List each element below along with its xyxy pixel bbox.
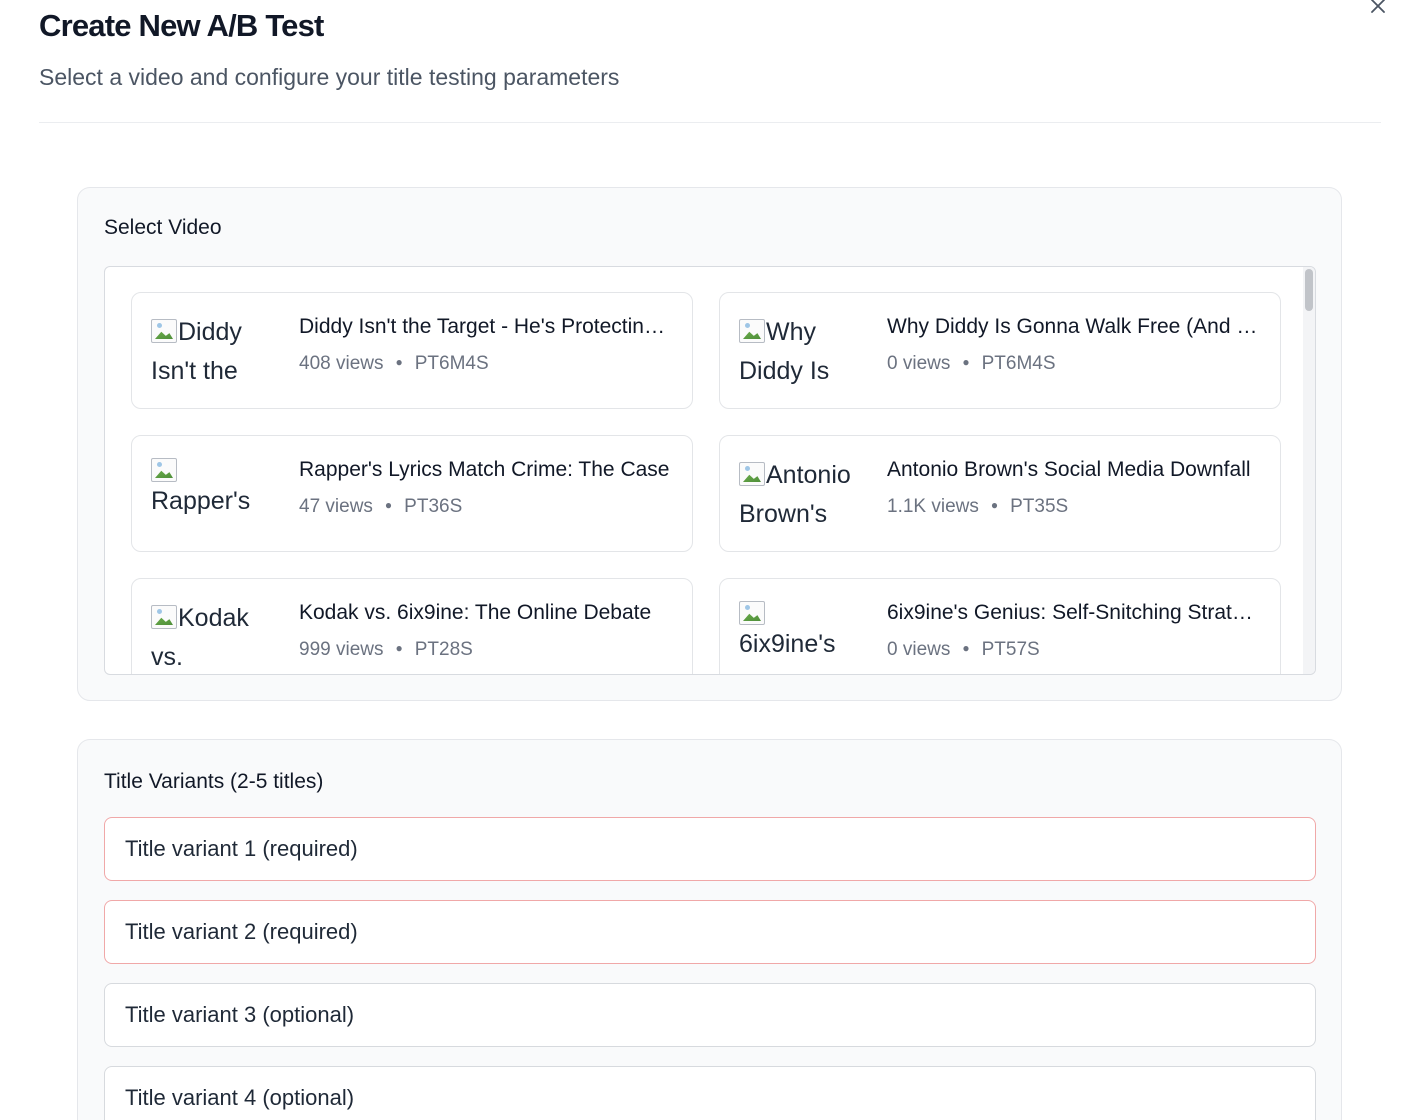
video-meta: 0 views ● PT57S xyxy=(887,639,1040,661)
video-views: 1.1K views xyxy=(887,496,979,517)
video-thumbnail: Antonio Brown's xyxy=(739,456,859,533)
video-meta: 47 views ● PT36S xyxy=(299,496,462,518)
scrollbar-thumb[interactable] xyxy=(1305,269,1313,311)
broken-image-icon xyxy=(151,319,177,343)
select-video-label: Select Video xyxy=(104,216,222,239)
video-card[interactable]: Why Diddy Is Why Diddy Is Gonna Walk Fre… xyxy=(719,292,1281,409)
video-title: Rapper's Lyrics Match Crime: The Case xyxy=(299,458,670,481)
video-list[interactable]: Diddy Isn't the Diddy Isn't the Target -… xyxy=(104,266,1316,675)
separator-dot-icon: ● xyxy=(395,641,403,655)
title-variant-1-input[interactable] xyxy=(104,817,1316,881)
video-views: 0 views xyxy=(887,639,951,660)
title-variant-2-input[interactable] xyxy=(104,900,1316,964)
video-meta: 1.1K views ● PT35S xyxy=(887,496,1068,518)
thumbnail-alt-text: 6ix9ine's xyxy=(739,630,836,658)
video-title: Diddy Isn't the Target - He's Protecting… xyxy=(299,315,671,338)
video-list-scrollbar[interactable] xyxy=(1303,267,1315,674)
video-duration: PT36S xyxy=(404,496,463,517)
broken-image-icon xyxy=(739,462,765,486)
video-thumbnail: Rapper's xyxy=(151,456,271,533)
video-duration: PT35S xyxy=(1010,496,1069,517)
video-title: Antonio Brown's Social Media Downfall xyxy=(887,458,1251,481)
video-thumbnail: Kodak vs. xyxy=(151,599,271,674)
broken-image-icon xyxy=(151,458,177,482)
select-video-section: Select Video Diddy Isn't the Diddy Isn't… xyxy=(77,187,1342,701)
separator-dot-icon: ● xyxy=(384,498,393,512)
video-views: 999 views xyxy=(299,639,384,660)
separator-dot-icon: ● xyxy=(962,641,970,655)
separator-dot-icon: ● xyxy=(990,498,999,512)
title-variants-label: Title Variants (2-5 titles) xyxy=(104,770,324,793)
video-views: 408 views xyxy=(299,353,384,374)
video-duration: PT6M4S xyxy=(414,353,489,374)
video-title: 6ix9ine's Genius: Self-Snitching Strateg… xyxy=(887,601,1259,624)
broken-image-icon xyxy=(739,601,765,625)
separator-dot-icon: ● xyxy=(962,355,970,369)
video-title: Why Diddy Is Gonna Walk Free (And Why xyxy=(887,315,1259,338)
video-duration: PT28S xyxy=(414,639,473,660)
thumbnail-alt-text: Rapper's xyxy=(151,487,251,515)
title-variant-4-input[interactable] xyxy=(104,1066,1316,1120)
title-variant-3-input[interactable] xyxy=(104,983,1316,1047)
video-views: 0 views xyxy=(887,353,951,374)
title-variants-section: Title Variants (2-5 titles) xyxy=(77,739,1342,1120)
separator-dot-icon: ● xyxy=(395,355,403,369)
broken-image-icon xyxy=(739,319,765,343)
dialog-title: Create New A/B Test xyxy=(39,8,324,43)
video-meta: 0 views ● PT6M4S xyxy=(887,353,1056,375)
create-ab-test-dialog: Create New A/B Test Select a video and c… xyxy=(0,0,1418,1120)
video-card[interactable]: Diddy Isn't the Diddy Isn't the Target -… xyxy=(131,292,693,409)
broken-image-icon xyxy=(151,605,177,629)
dialog-subtitle: Select a video and configure your title … xyxy=(39,64,620,90)
video-card[interactable]: Kodak vs. Kodak vs. 6ix9ine: The Online … xyxy=(131,578,693,674)
video-duration: PT57S xyxy=(981,639,1040,660)
video-duration: PT6M4S xyxy=(981,353,1056,374)
video-thumbnail: 6ix9ine's xyxy=(739,599,859,674)
video-title: Kodak vs. 6ix9ine: The Online Debate xyxy=(299,601,652,624)
video-meta: 408 views ● PT6M4S xyxy=(299,353,489,375)
video-views: 47 views xyxy=(299,496,373,517)
video-thumbnail: Why Diddy Is xyxy=(739,313,859,390)
video-meta: 999 views ● PT28S xyxy=(299,639,473,661)
video-card[interactable]: 6ix9ine's 6ix9ine's Genius: Self-Snitchi… xyxy=(719,578,1281,674)
video-card[interactable]: Rapper's Rapper's Lyrics Match Crime: Th… xyxy=(131,435,693,552)
video-thumbnail: Diddy Isn't the xyxy=(151,313,271,390)
video-card[interactable]: Antonio Brown's Antonio Brown's Social M… xyxy=(719,435,1281,552)
dialog-header: Create New A/B Test Select a video and c… xyxy=(39,0,1381,123)
